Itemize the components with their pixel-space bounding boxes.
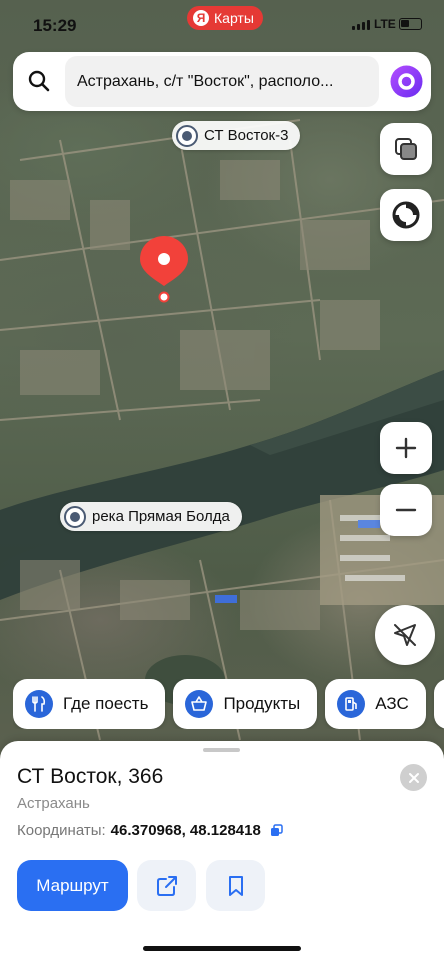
- minus-icon: [395, 508, 417, 512]
- chip-label: Где поесть: [63, 694, 149, 713]
- share-button[interactable]: [137, 860, 196, 911]
- status-bar: 15:29 Я Карты LTE: [0, 0, 444, 50]
- route-button[interactable]: Маршрут: [17, 860, 128, 911]
- fork-knife-icon: [25, 690, 53, 718]
- network-type: LTE: [374, 17, 396, 31]
- fuel-icon: [337, 690, 366, 718]
- map-label-st-vostok-3[interactable]: СТ Восток-3: [172, 121, 301, 150]
- copy-icon[interactable]: [270, 824, 283, 837]
- place-dot-icon: [64, 505, 86, 528]
- coordinates-label: Координаты:: [17, 822, 106, 839]
- brand-badge: Я Карты: [187, 6, 263, 30]
- home-indicator[interactable]: [143, 946, 301, 951]
- traffic-icon: [392, 201, 420, 229]
- basket-icon: [185, 690, 214, 718]
- location-arrow-icon: [394, 624, 416, 646]
- chip-food[interactable]: Где поесть: [13, 679, 166, 729]
- category-chips: Где поесть Продукты АЗС: [13, 679, 444, 729]
- bookmark-button[interactable]: [206, 860, 265, 911]
- coordinates-value[interactable]: 46.370968, 48.128418: [111, 822, 261, 839]
- traffic-button[interactable]: [380, 189, 432, 241]
- signal-icon: [352, 19, 370, 30]
- search-input[interactable]: Астрахань, с/т "Восток", располо...: [65, 56, 379, 107]
- alice-icon[interactable]: [390, 65, 423, 98]
- search-bar: Астрахань, с/т "Восток", располо...: [13, 52, 431, 111]
- brand-label: Карты: [214, 10, 254, 26]
- zoom-in-button[interactable]: [380, 422, 432, 474]
- place-dot-icon: [176, 124, 198, 147]
- yandex-logo-icon: Я: [193, 10, 209, 26]
- place-title: СТ Восток, 366: [17, 765, 164, 788]
- place-card: СТ Восток, 366 Астрахань Координаты: 46.…: [0, 741, 444, 960]
- chip-label: АЗС: [375, 694, 409, 713]
- clock: 15:29: [33, 16, 77, 35]
- zoom-out-button[interactable]: [380, 484, 432, 536]
- plus-icon: [395, 437, 417, 459]
- close-icon: [408, 772, 419, 783]
- close-button[interactable]: [400, 764, 427, 791]
- chip-label: Продукты: [223, 694, 301, 713]
- bookmark-icon: [228, 875, 243, 896]
- locate-me-button[interactable]: [375, 605, 435, 665]
- place-city: Астрахань: [17, 795, 90, 812]
- search-icon[interactable]: [27, 69, 51, 93]
- chip-more[interactable]: [433, 679, 444, 729]
- share-icon: [156, 875, 177, 896]
- chip-gas-station[interactable]: АЗС: [325, 679, 426, 729]
- chip-groceries[interactable]: Продукты: [173, 679, 318, 729]
- layers-icon: [395, 138, 417, 160]
- map-label-river[interactable]: река Прямая Болда: [60, 502, 242, 531]
- layers-button[interactable]: [380, 123, 432, 175]
- coordinates-row: Координаты: 46.370968, 48.128418: [17, 822, 283, 839]
- battery-icon: [399, 18, 422, 30]
- map-label-text: СТ Восток-3: [204, 127, 289, 144]
- location-pin-icon[interactable]: [137, 234, 191, 304]
- map-label-text: река Прямая Болда: [92, 508, 230, 525]
- sheet-grabber[interactable]: [203, 748, 240, 752]
